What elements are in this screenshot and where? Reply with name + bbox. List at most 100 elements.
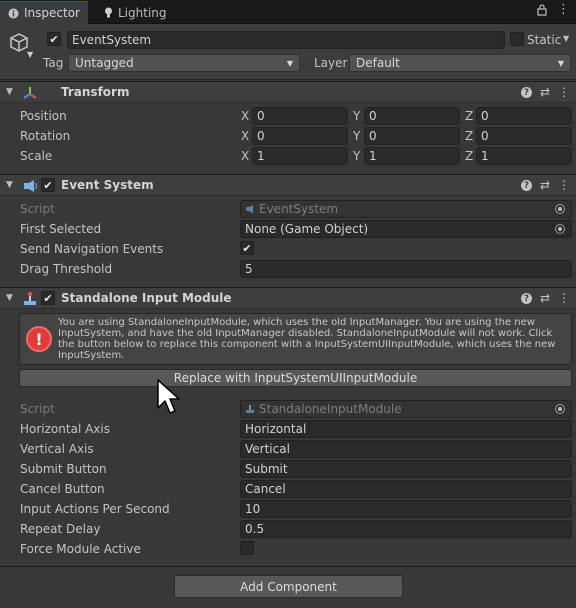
chevron-down-icon: ▼ bbox=[286, 58, 293, 68]
error-icon: ! bbox=[26, 326, 52, 352]
add-component-button[interactable]: Add Component bbox=[174, 575, 403, 598]
horizontal-axis-field[interactable]: Horizontal bbox=[240, 420, 572, 438]
rotation-x-field[interactable]: 0 bbox=[252, 127, 348, 145]
standalone-script-label: Script bbox=[20, 402, 55, 416]
axis-z-label[interactable]: Z bbox=[465, 109, 473, 123]
transform-header-icons: ? ⇄ ⋮ bbox=[520, 85, 570, 99]
preset-sliders-icon[interactable]: ⇄ bbox=[540, 291, 550, 305]
tab-lighting[interactable]: Lighting bbox=[96, 1, 175, 24]
repeat-delay-label: Repeat Delay bbox=[20, 522, 101, 536]
axis-x-label[interactable]: X bbox=[241, 109, 249, 123]
cancel-button-field[interactable]: Cancel bbox=[240, 480, 572, 498]
rotation-y-field[interactable]: 0 bbox=[364, 127, 460, 145]
warning-text: You are using StandaloneInputModule, whi… bbox=[58, 317, 556, 361]
tab-bar-controls: ⋮ bbox=[537, 3, 570, 16]
position-z-field[interactable]: 0 bbox=[476, 107, 572, 125]
axis-y-label[interactable]: Y bbox=[353, 109, 360, 123]
event-system-script-label: Script bbox=[20, 202, 55, 216]
help-icon[interactable]: ? bbox=[520, 180, 532, 191]
tag-dropdown[interactable]: Untagged ▼ bbox=[68, 54, 300, 72]
input-actions-label: Input Actions Per Second bbox=[20, 502, 170, 516]
first-selected-field[interactable]: None (Game Object) bbox=[240, 220, 572, 238]
cancel-button-label: Cancel Button bbox=[20, 482, 105, 496]
event-system-script-field: EventSystem bbox=[240, 200, 572, 218]
gameobject-name-input[interactable]: EventSystem bbox=[67, 31, 505, 49]
tab-inspector[interactable]: Inspector bbox=[0, 1, 88, 24]
scale-z-field[interactable]: 1 bbox=[476, 147, 572, 165]
script-icon bbox=[246, 405, 254, 413]
axis-y-label[interactable]: Y bbox=[353, 149, 360, 163]
repeat-delay-field[interactable]: 0.5 bbox=[240, 520, 572, 538]
transform-title: Transform bbox=[61, 85, 130, 99]
position-y-field[interactable]: 0 bbox=[364, 107, 460, 125]
standalone-title: Standalone Input Module bbox=[61, 291, 232, 305]
static-dropdown-icon[interactable]: ▼ bbox=[563, 34, 569, 43]
object-picker-icon bbox=[555, 404, 565, 414]
submit-button-label: Submit Button bbox=[20, 462, 107, 476]
send-navigation-checkbox[interactable]: ✔ bbox=[240, 241, 254, 255]
menu-kebab-icon[interactable]: ⋮ bbox=[557, 3, 570, 16]
help-icon[interactable]: ? bbox=[520, 87, 532, 98]
tab-bar: Inspector Lighting ⋮ bbox=[0, 0, 576, 24]
drag-threshold-field[interactable]: 5 bbox=[240, 260, 572, 278]
input-actions-field[interactable]: 10 bbox=[240, 500, 572, 518]
static-toggle[interactable] bbox=[510, 32, 524, 46]
event-system-enabled-toggle[interactable]: ✔ bbox=[41, 178, 55, 192]
vertical-axis-field[interactable]: Vertical bbox=[240, 440, 572, 458]
force-module-label: Force Module Active bbox=[20, 542, 141, 556]
lock-icon[interactable] bbox=[537, 4, 547, 16]
transform-header[interactable]: ▼ Transform ? ⇄ ⋮ bbox=[0, 81, 576, 103]
axis-x-label[interactable]: X bbox=[241, 129, 249, 143]
help-icon[interactable]: ? bbox=[520, 293, 532, 304]
bulb-icon bbox=[105, 7, 112, 17]
transform-icon bbox=[23, 87, 37, 99]
horizontal-axis-label: Horizontal Axis bbox=[20, 422, 110, 436]
event-system-title: Event System bbox=[61, 178, 154, 192]
standalone-enabled-toggle[interactable]: ✔ bbox=[41, 291, 55, 305]
layer-dropdown[interactable]: Default ▼ bbox=[349, 54, 571, 72]
axis-x-label[interactable]: X bbox=[241, 149, 249, 163]
object-picker-icon bbox=[555, 204, 565, 214]
mouse-cursor-icon bbox=[157, 379, 180, 414]
submit-button-field[interactable]: Submit bbox=[240, 460, 572, 478]
active-toggle[interactable]: ✔ bbox=[47, 32, 61, 46]
icon-dropdown-arrow-icon[interactable]: ▼ bbox=[27, 50, 33, 59]
position-x-field[interactable]: 0 bbox=[252, 107, 348, 125]
context-menu-icon[interactable]: ⋮ bbox=[558, 85, 570, 99]
vertical-axis-label: Vertical Axis bbox=[20, 442, 94, 456]
gameobject-header: ▼ ✔ EventSystem Static ▼ Tag Untagged ▼ … bbox=[0, 24, 576, 80]
position-label: Position bbox=[20, 109, 67, 123]
scale-x-field[interactable]: 1 bbox=[252, 147, 348, 165]
force-module-checkbox[interactable] bbox=[240, 541, 254, 555]
rotation-z-field[interactable]: 0 bbox=[476, 127, 572, 145]
context-menu-icon[interactable]: ⋮ bbox=[558, 178, 570, 192]
standalone-script-value: StandaloneInputModule bbox=[259, 402, 402, 416]
tab-inspector-label: Inspector bbox=[24, 6, 80, 20]
tag-label: Tag bbox=[43, 56, 64, 70]
divider bbox=[0, 566, 576, 567]
layer-value: Default bbox=[356, 56, 400, 70]
drag-threshold-label: Drag Threshold bbox=[20, 262, 113, 276]
context-menu-icon[interactable]: ⋮ bbox=[558, 291, 570, 305]
replace-module-button[interactable]: Replace with InputSystemUIInputModule bbox=[19, 369, 572, 387]
foldout-arrow-icon[interactable]: ▼ bbox=[6, 87, 13, 97]
preset-sliders-icon[interactable]: ⇄ bbox=[540, 85, 550, 99]
standalone-input-header[interactable]: ▼ ✔ Standalone Input Module ? ⇄ ⋮ bbox=[0, 287, 576, 309]
info-icon bbox=[8, 8, 19, 18]
chevron-down-icon: ▼ bbox=[557, 58, 564, 68]
event-system-header[interactable]: ▼ ✔ Event System ? ⇄ ⋮ bbox=[0, 174, 576, 196]
foldout-arrow-icon[interactable]: ▼ bbox=[6, 180, 13, 190]
axis-y-label[interactable]: Y bbox=[353, 129, 360, 143]
first-selected-value: None (Game Object) bbox=[245, 222, 369, 236]
event-system-script-value: EventSystem bbox=[259, 202, 339, 216]
scale-label: Scale bbox=[20, 149, 53, 163]
event-system-icon bbox=[24, 180, 37, 192]
object-picker-icon[interactable] bbox=[555, 224, 565, 234]
input-system-warning: ! You are using StandaloneInputModule, w… bbox=[19, 313, 572, 365]
first-selected-label: First Selected bbox=[20, 222, 102, 236]
preset-sliders-icon[interactable]: ⇄ bbox=[540, 178, 550, 192]
axis-z-label[interactable]: Z bbox=[465, 129, 473, 143]
foldout-arrow-icon[interactable]: ▼ bbox=[6, 293, 13, 303]
scale-y-field[interactable]: 1 bbox=[364, 147, 460, 165]
axis-z-label[interactable]: Z bbox=[465, 149, 473, 163]
